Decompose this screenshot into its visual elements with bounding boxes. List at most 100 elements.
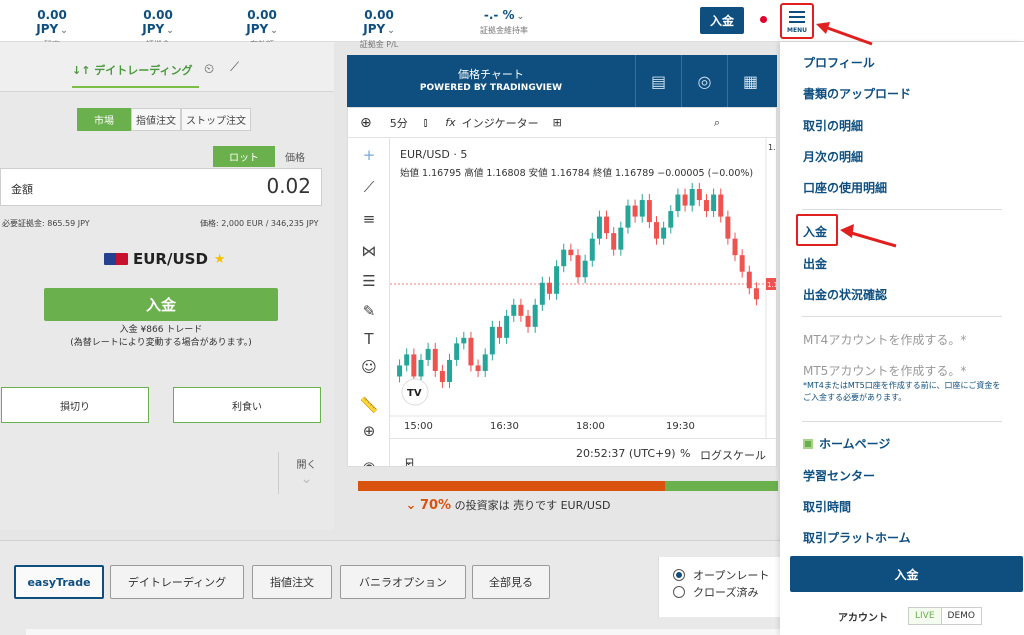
- margin-pl-stat[interactable]: 0.00 JPY ⌄ 証拠金 P/L: [348, 8, 410, 50]
- chart-title: 価格チャート: [458, 68, 524, 81]
- emoji-icon[interactable]: ☺: [348, 358, 390, 376]
- menu-item-trade-statement[interactable]: 取引の明細: [803, 117, 863, 134]
- candlestick-plot[interactable]: EUR/USD · 5 始値 1.16795 高値 1.16808 安値 1.1…: [390, 138, 777, 438]
- layout-grid-icon[interactable]: ⊞: [553, 116, 562, 129]
- candle: [482, 354, 488, 371]
- tab-limit-order[interactable]: 指値注文: [131, 108, 181, 131]
- add-symbol-icon[interactable]: ⊕: [360, 115, 372, 131]
- menu-item-monthly-statement[interactable]: 月次の明細: [803, 148, 863, 165]
- candle: [489, 326, 495, 355]
- toggle-lot[interactable]: ロット: [213, 146, 275, 167]
- star-icon[interactable]: ★: [214, 252, 226, 267]
- japan-flag-icon[interactable]: [760, 16, 767, 23]
- sentiment-percent: 70%: [419, 498, 452, 513]
- margin-level-stat[interactable]: -.- % ⌄ 証拠金維持率: [474, 8, 534, 36]
- tab-day-trading[interactable]: ↓↑ デイトレーディング: [72, 62, 193, 78]
- news-icon[interactable]: ▤: [635, 55, 681, 107]
- candle: [554, 266, 560, 294]
- tab-stop-order[interactable]: ストップ注文: [181, 108, 251, 131]
- chart-toolbar: ⊕ 5分 ⫾ fx インジケーター ⊞ ⌕: [348, 108, 776, 138]
- magnet-icon[interactable]: ◉: [348, 458, 390, 466]
- ruler-icon[interactable]: 📏: [348, 396, 390, 414]
- chevron-down-icon: ⌄: [166, 26, 174, 36]
- tradingview-logo[interactable]: TV: [401, 378, 429, 406]
- toggle-price[interactable]: 価格: [275, 146, 315, 167]
- menu-deposit-button[interactable]: 入金: [790, 556, 1023, 592]
- annotation-arrow-menu: [816, 22, 873, 46]
- currency-pair[interactable]: EUR/USD ★: [104, 250, 226, 268]
- tab-view-all[interactable]: 全部見る: [472, 565, 550, 599]
- menu-item-withdraw-status[interactable]: 出金の状況確認: [803, 286, 887, 303]
- filter-open[interactable]: オープンレート: [673, 567, 769, 583]
- mt-account-note: *MT4またはMT5口座を作成する前に、口座にご資金を: [803, 381, 1001, 390]
- signal-icon[interactable]: ◎: [681, 55, 727, 107]
- candle: [432, 348, 438, 371]
- percent-scale-toggle[interactable]: %: [680, 447, 690, 460]
- fib-retracement-icon[interactable]: ☰: [348, 272, 390, 290]
- menu-button[interactable]: MENU: [780, 3, 814, 39]
- tradingview-logo-text: TV: [407, 388, 422, 399]
- top-deposit-button[interactable]: 入金: [700, 7, 744, 34]
- chevron-down-icon: ⌄: [516, 12, 525, 22]
- menu-item-withdraw[interactable]: 出金: [803, 255, 827, 272]
- text-tool-icon[interactable]: T: [348, 330, 390, 348]
- menu-item-trading-hours[interactable]: 取引時間: [803, 498, 851, 515]
- menu-divider: [802, 421, 1002, 422]
- menu-item-account-usage[interactable]: 口座の使用明細: [803, 179, 887, 196]
- candle: [661, 227, 667, 239]
- menu-item-trading-platform[interactable]: 取引プラットホーム: [803, 529, 911, 546]
- menu-item-upload-documents[interactable]: 書類のアップロード: [803, 85, 911, 102]
- open-toggle[interactable]: 開く ⌄: [278, 452, 334, 494]
- trend-chart-icon[interactable]: ⟋: [230, 60, 239, 75]
- candle-type-icon[interactable]: ⫾: [424, 116, 428, 130]
- candle: [725, 216, 731, 239]
- trade-panel: ↓↑ デイトレーディング ⏲ ⟋ 市場 指値注文 ストップ注文 ロット 価格 金…: [0, 42, 334, 530]
- timer-icon[interactable]: ⏲: [204, 62, 214, 77]
- interval-selector[interactable]: 5分: [390, 115, 408, 131]
- toggle-demo[interactable]: DEMO: [942, 608, 981, 624]
- brush-icon[interactable]: ✎: [348, 302, 390, 320]
- price-chart[interactable]: ⊕ 5分 ⫾ fx インジケーター ⊞ ⌕ + ⟋ ≡ ⋈ ☰ ✎ T ☺ 📏 …: [347, 107, 777, 467]
- amount-input[interactable]: 金額 0.02: [0, 168, 322, 206]
- log-scale-toggle[interactable]: ログスケール: [700, 447, 766, 463]
- stop-loss-button[interactable]: 損切り: [1, 387, 149, 423]
- margin-level-label: 証拠金維持率: [480, 26, 528, 35]
- tab-market-order[interactable]: 市場: [77, 108, 131, 131]
- indicators-button[interactable]: インジケーター: [462, 115, 539, 131]
- radio-icon: [673, 586, 685, 598]
- filter-closed[interactable]: クローズ済み: [673, 584, 758, 600]
- crosshair-icon[interactable]: +: [348, 146, 390, 164]
- calendar-icon[interactable]: ▦: [727, 55, 773, 107]
- tab-easytrade[interactable]: easyTrade: [14, 565, 104, 599]
- menu-item-profile[interactable]: プロフィール: [803, 54, 875, 71]
- pitchfork-icon[interactable]: ⋈: [348, 242, 390, 260]
- chart-search-icon[interactable]: ⌕: [714, 116, 720, 130]
- menu-item-create-mt4[interactable]: MT4アカウントを作成する。*: [803, 331, 966, 348]
- menu-item-homepage[interactable]: ホームページ: [803, 435, 890, 452]
- function-icon[interactable]: fx: [445, 116, 455, 129]
- menu-item-create-mt5[interactable]: MT5アカウントを作成する。*: [803, 362, 966, 379]
- menu-item-learning-center[interactable]: 学習センター: [803, 467, 875, 484]
- menu-item-deposit[interactable]: 入金: [803, 223, 827, 240]
- sentiment-sell-fill: [358, 481, 665, 491]
- parallel-lines-icon[interactable]: ≡: [348, 210, 390, 228]
- candle: [703, 200, 709, 212]
- amount-value: 0.02: [266, 174, 311, 198]
- toggle-live[interactable]: LIVE: [909, 608, 942, 624]
- zoom-in-icon[interactable]: ⊕: [348, 422, 390, 440]
- tab-day-trading-positions[interactable]: デイトレーディング: [110, 565, 244, 599]
- tab-vanilla-options[interactable]: バニラオプション: [340, 565, 466, 599]
- x-tick: 19:30: [666, 421, 695, 432]
- tab-limit-orders[interactable]: 指値注文: [252, 565, 332, 599]
- sentiment-bar: [358, 481, 778, 491]
- trendline-icon[interactable]: ⟋: [348, 178, 390, 196]
- account-switch: アカウント LIVE DEMO: [838, 607, 982, 625]
- sentiment-text: ⌄ 70% の投資家は 売りです EUR/USD: [358, 497, 658, 513]
- x-tick: 16:30: [490, 421, 519, 432]
- take-profit-button[interactable]: 利食い: [173, 387, 321, 423]
- chevron-down-icon: ⌄: [387, 26, 395, 36]
- menu-item-homepage-label: ホームページ: [819, 437, 891, 451]
- trade-deposit-button[interactable]: 入金: [44, 288, 278, 321]
- hamburger-icon: [789, 8, 805, 26]
- candle: [632, 205, 638, 217]
